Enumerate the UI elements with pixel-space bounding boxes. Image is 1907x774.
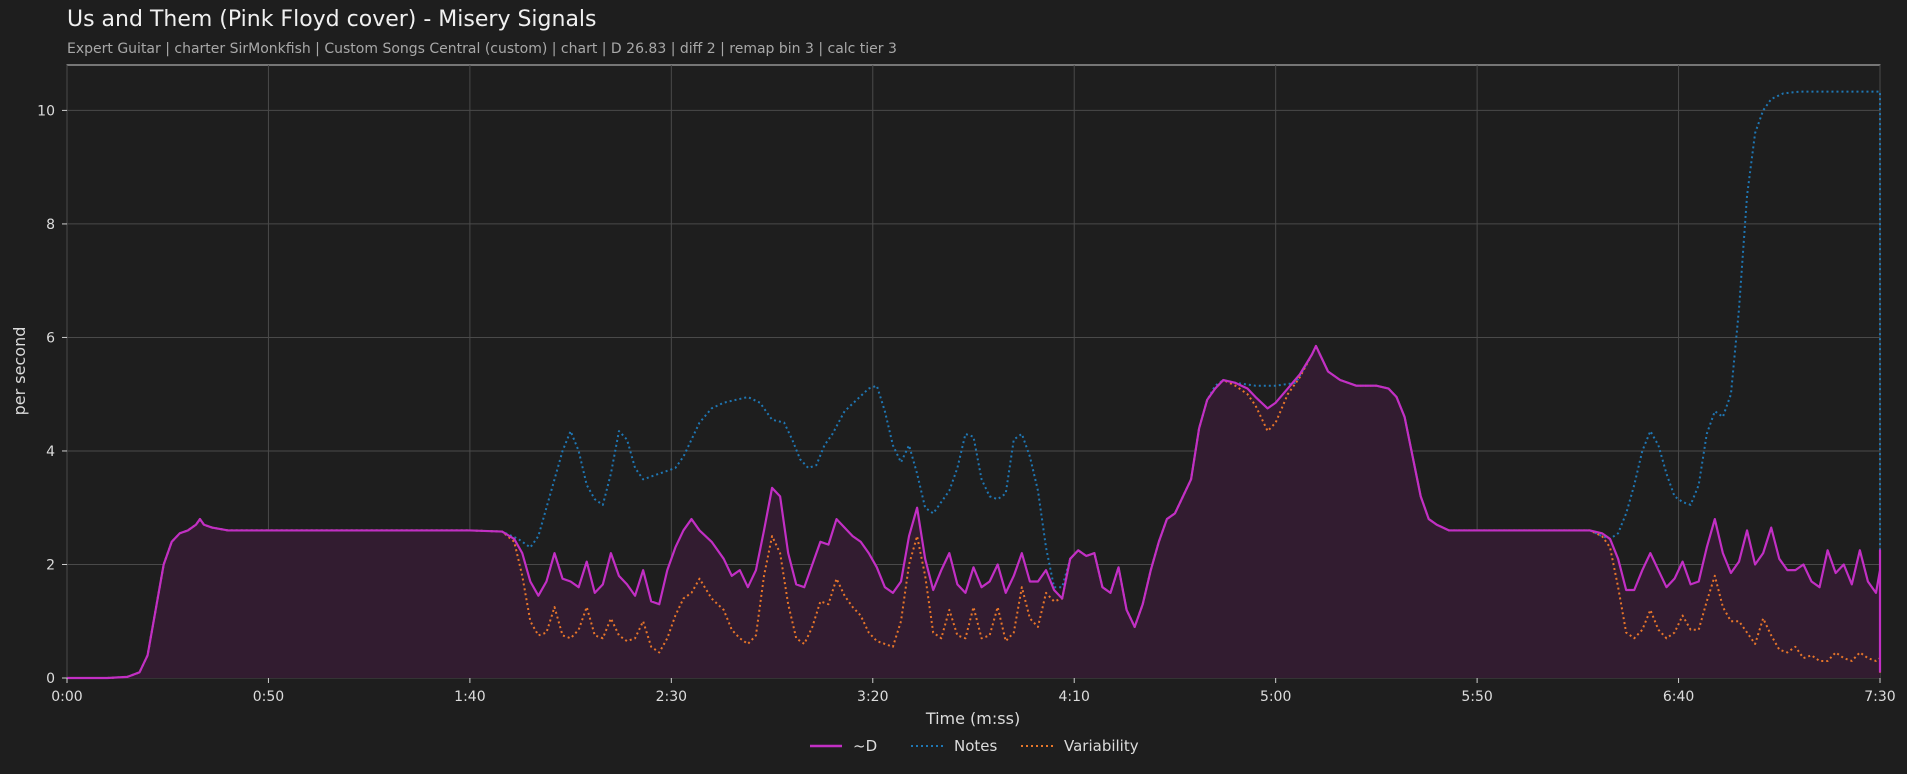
y-tick-label: 10: [37, 103, 55, 119]
x-tick-label: 6:40: [1663, 689, 1694, 705]
legend-label-d: ~D: [853, 737, 877, 755]
x-tick-label: 4:10: [1058, 689, 1089, 705]
legend: ~D Notes Variability: [810, 737, 1139, 755]
y-tick-label: 4: [46, 444, 55, 460]
y-tick-label: 2: [46, 557, 55, 573]
x-axis-label: Time (m:ss): [925, 709, 1020, 728]
x-tick-label: 2:30: [656, 689, 687, 705]
y-axis-label: per second: [10, 327, 29, 416]
x-tick-label: 5:00: [1260, 689, 1291, 705]
x-tick-label: 7:30: [1864, 689, 1895, 705]
y-tick-label: 6: [46, 330, 55, 346]
x-tick-label: 1:40: [454, 689, 485, 705]
legend-label-variability: Variability: [1064, 737, 1139, 755]
x-tick-label: 0:00: [51, 689, 82, 705]
y-tick-label: 0: [46, 671, 55, 687]
legend-label-notes: Notes: [954, 737, 998, 755]
line-chart: 0:00 0:50 1:40 2:30 3:20 4:10 5:00 5:50 6:40 7:30…: [10, 64, 1896, 755]
x-tick-label: 0:50: [253, 689, 284, 705]
x-tick-label: 5:50: [1461, 689, 1492, 705]
y-tick-label: 8: [46, 217, 55, 233]
x-tick-label: 3:20: [857, 689, 888, 705]
